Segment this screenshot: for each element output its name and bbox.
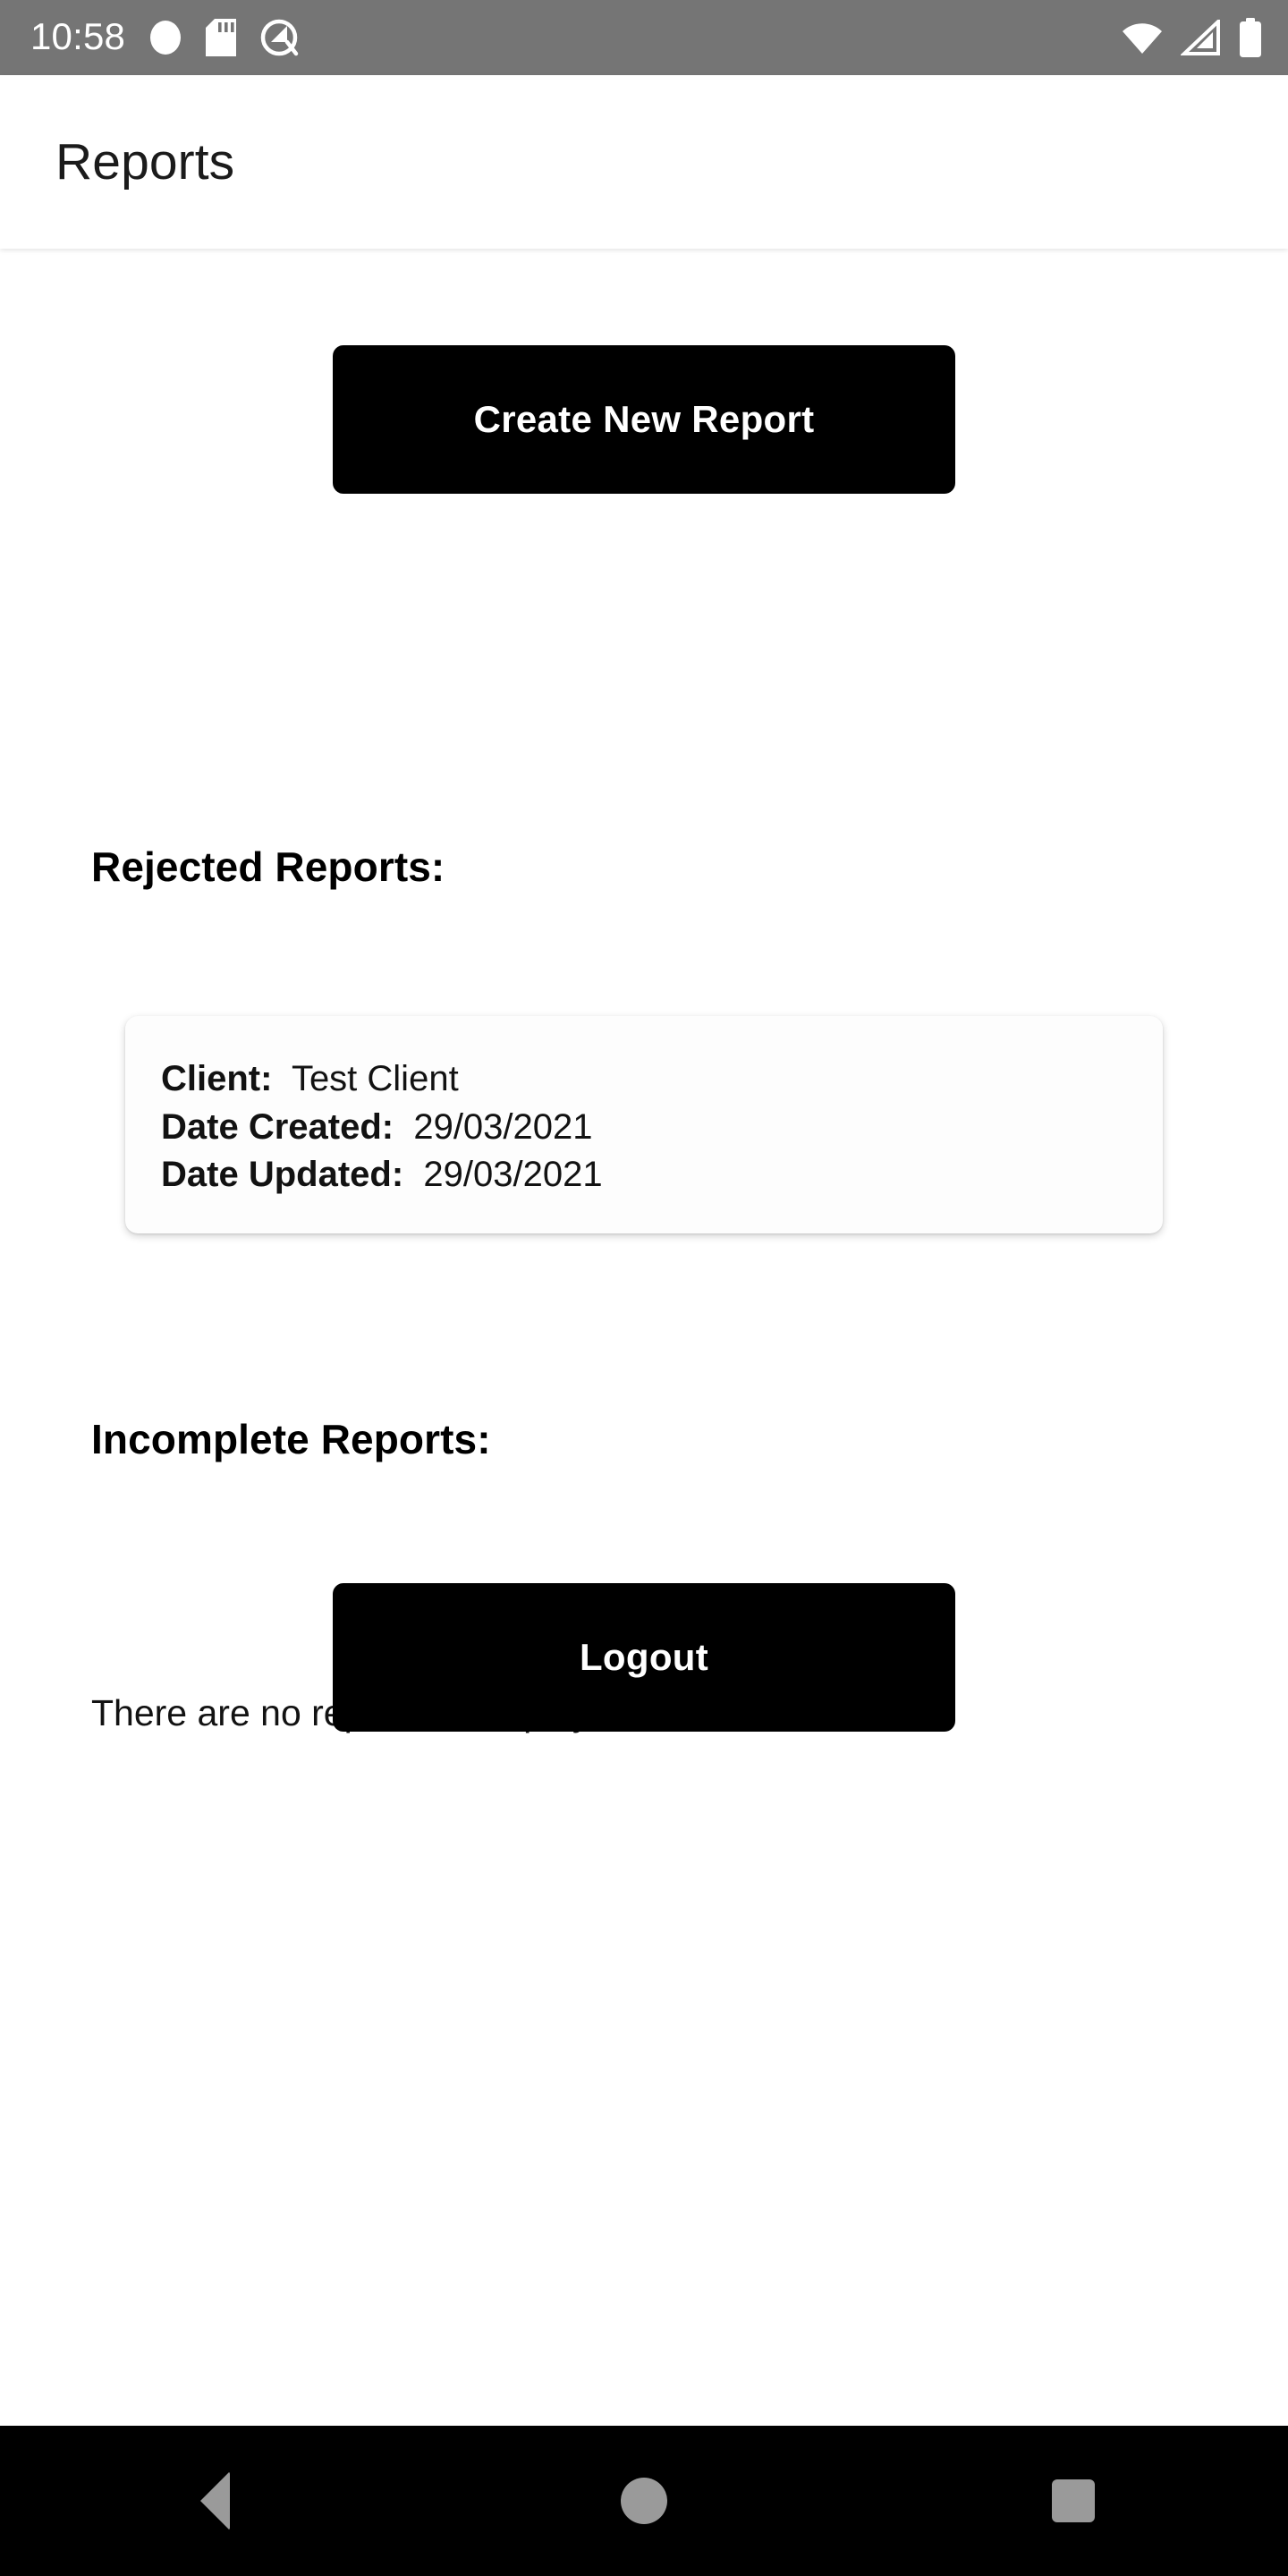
report-card[interactable]: Client: Test Client Date Created: 29/03/… (125, 1016, 1163, 1233)
date-created-label: Date Created: (161, 1106, 404, 1147)
circle-icon (148, 19, 182, 56)
create-new-report-button[interactable]: Create New Report (333, 345, 955, 494)
card-row-date-updated: Date Updated: 29/03/2021 (161, 1151, 1127, 1199)
client-value: Test Client (291, 1059, 459, 1098)
phone-screen: 10:58 Reports Create New Report Rejected… (0, 0, 1288, 2576)
android-navigation-bar (0, 2426, 1288, 2576)
rejected-reports-heading: Rejected Reports: (91, 843, 445, 890)
main-content: Create New Report Rejected Reports: Clie… (0, 250, 1288, 2426)
wifi-icon (1122, 20, 1163, 55)
sd-card-icon (206, 19, 237, 56)
client-label: Client: (161, 1059, 283, 1098)
data-saver-icon (259, 18, 299, 57)
card-row-client: Client: Test Client (161, 1055, 1127, 1104)
status-bar-left-group: 10:58 (30, 18, 299, 57)
recents-icon (1052, 2479, 1095, 2522)
nav-back-button[interactable] (116, 2426, 313, 2576)
battery-icon (1238, 18, 1263, 57)
rejected-reports-list: Client: Test Client Date Created: 29/03/… (0, 1016, 1288, 1233)
app-bar: Reports (0, 75, 1288, 249)
cellular-signal-icon (1181, 20, 1220, 55)
status-bar-right-group (1122, 18, 1263, 57)
back-icon (199, 2471, 230, 2530)
date-created-value: 29/03/2021 (413, 1106, 593, 1147)
home-icon (621, 2478, 667, 2524)
status-bar: 10:58 (0, 0, 1288, 75)
nav-recents-button[interactable] (975, 2426, 1172, 2576)
logout-button[interactable]: Logout (333, 1583, 955, 1732)
card-row-date-created: Date Created: 29/03/2021 (161, 1104, 1127, 1152)
incomplete-reports-heading: Incomplete Reports: (91, 1416, 491, 1462)
status-clock: 10:58 (30, 15, 126, 57)
date-updated-label: Date Updated: (161, 1155, 414, 1195)
page-title: Reports (55, 133, 235, 191)
nav-home-button[interactable] (546, 2426, 742, 2576)
date-updated-value: 29/03/2021 (423, 1155, 603, 1195)
